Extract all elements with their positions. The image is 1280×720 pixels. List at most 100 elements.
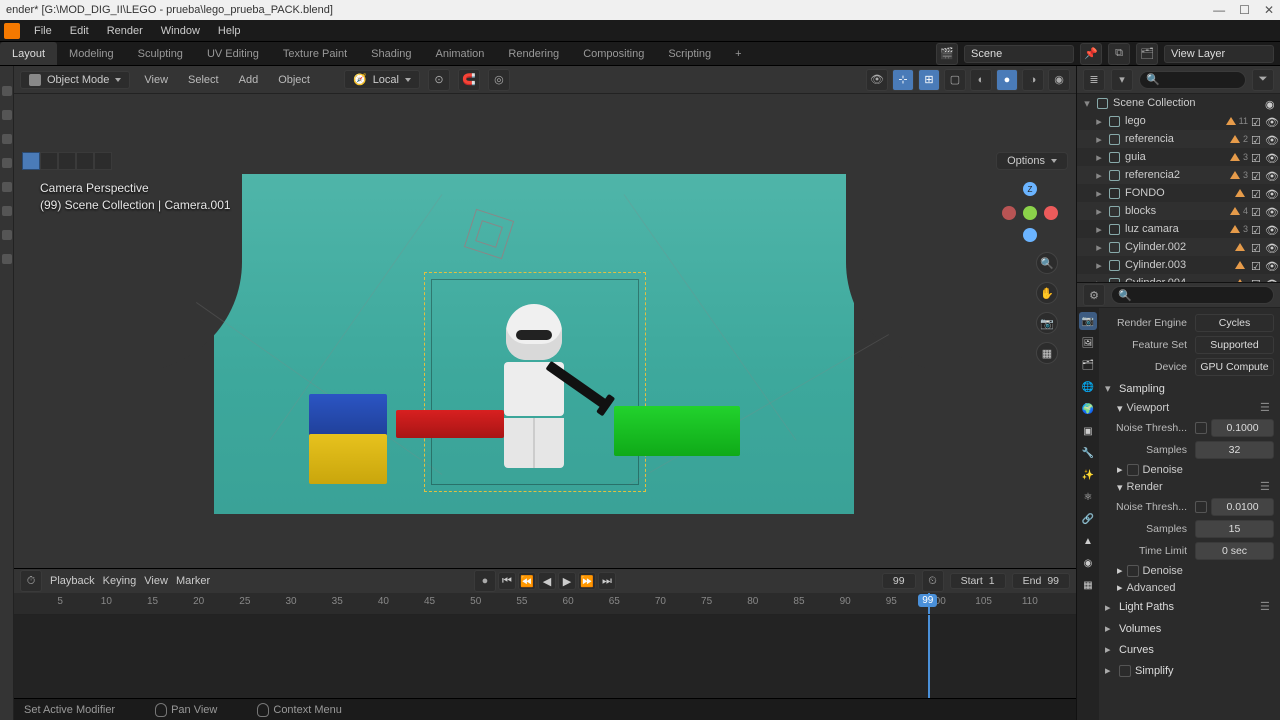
jump-prev-icon[interactable]: ⏪ (518, 572, 536, 590)
autokey-icon[interactable]: ● (474, 570, 496, 592)
props-tab-world[interactable]: 🌍 (1079, 400, 1097, 418)
tab-modeling[interactable]: Modeling (57, 42, 126, 65)
r-noise-checkbox[interactable] (1195, 501, 1207, 513)
subpanel-render[interactable]: ▾Render ☰ (1105, 478, 1274, 496)
subpanel-vp-denoise[interactable]: ▸ Denoise (1105, 461, 1274, 478)
r-denoise-checkbox[interactable] (1127, 565, 1139, 577)
props-tab-data[interactable]: ▲ (1079, 532, 1097, 550)
proportional-icon[interactable]: ◎ (488, 69, 510, 91)
play-icon[interactable]: ▶ (558, 572, 576, 590)
playhead-marker[interactable]: 99 (928, 593, 930, 614)
menu-window[interactable]: Window (153, 23, 208, 39)
panel-simplify[interactable]: ▸ Simplify (1105, 660, 1274, 681)
header-add[interactable]: Add (233, 72, 265, 88)
end-frame-field[interactable]: End99 (1012, 573, 1070, 589)
props-tab-constraints[interactable]: 🔗 (1079, 510, 1097, 528)
minimize-icon[interactable]: — (1213, 3, 1225, 17)
subpanel-viewport[interactable]: ▾Viewport ☰ (1105, 399, 1274, 417)
properties-search[interactable]: 🔍 (1111, 286, 1274, 304)
props-tab-scene[interactable]: 🌐 (1079, 378, 1097, 396)
menu-help[interactable]: Help (210, 23, 249, 39)
subpanel-r-denoise[interactable]: ▸ Denoise (1105, 562, 1274, 579)
tab-add[interactable]: + (723, 42, 753, 65)
menu-render[interactable]: Render (99, 23, 151, 39)
tool-cursor-icon[interactable] (2, 110, 12, 120)
viewlayer-field[interactable] (1164, 45, 1274, 63)
overlay-toggle-icon[interactable]: ⊞ (918, 69, 940, 91)
props-tab-particles[interactable]: ✨ (1079, 466, 1097, 484)
outliner-row[interactable]: ▸referencia23☑👁 (1077, 166, 1280, 184)
outliner-row[interactable]: ▸lego11☑👁 (1077, 112, 1280, 130)
sel-mode-3[interactable] (58, 152, 76, 170)
sel-mode-2[interactable] (40, 152, 58, 170)
outliner-row[interactable]: ▸Cylinder.003☑👁 (1077, 256, 1280, 274)
jump-end-icon[interactable]: ⏭ (598, 572, 616, 590)
gizmo-z-icon[interactable]: Z (1023, 182, 1037, 196)
gizmo-toggle-icon[interactable]: ⊹ (892, 69, 914, 91)
camera-view-icon[interactable]: 📷 (1036, 312, 1058, 334)
outliner-row[interactable]: ▸referencia2☑👁 (1077, 130, 1280, 148)
preset-icon[interactable]: ☰ (1260, 480, 1274, 494)
clock-icon[interactable]: ⏲ (922, 570, 944, 592)
props-tab-render[interactable]: 📷 (1079, 312, 1097, 330)
start-frame-field[interactable]: Start1 (950, 573, 1006, 589)
tab-rendering[interactable]: Rendering (496, 42, 571, 65)
header-select[interactable]: Select (182, 72, 225, 88)
pin-icon[interactable]: 📌 (1080, 43, 1102, 65)
close-icon[interactable]: ✕ (1264, 3, 1274, 17)
zoom-icon[interactable]: 🔍 (1036, 252, 1058, 274)
engine-dropdown[interactable]: Cycles (1195, 314, 1274, 332)
viewport-options-dropdown[interactable]: Options (996, 152, 1068, 170)
scene-browse-icon[interactable]: 🎬 (936, 43, 958, 65)
panel-curves[interactable]: ▸Curves (1105, 639, 1274, 660)
shade-solid-icon[interactable]: ● (996, 69, 1018, 91)
props-tab-material[interactable]: ◉ (1079, 554, 1097, 572)
props-tab-physics[interactable]: ⚛ (1079, 488, 1097, 506)
tool-scale-icon[interactable] (2, 182, 12, 192)
tool-transform-icon[interactable] (2, 206, 12, 216)
tab-uv[interactable]: UV Editing (195, 42, 271, 65)
preset-icon[interactable]: ☰ (1260, 600, 1274, 614)
navigation-gizmo[interactable]: Z (1002, 182, 1058, 238)
vp-noise-checkbox[interactable] (1195, 422, 1207, 434)
r-samples-value[interactable]: 15 (1195, 520, 1274, 538)
perspective-icon[interactable]: ▦ (1036, 342, 1058, 364)
sel-mode-1[interactable] (22, 152, 40, 170)
simplify-checkbox[interactable] (1119, 665, 1131, 677)
panel-volumes[interactable]: ▸Volumes (1105, 618, 1274, 639)
tab-animation[interactable]: Animation (424, 42, 497, 65)
outliner-row[interactable]: ▸Cylinder.002☑👁 (1077, 238, 1280, 256)
shade-wire-icon[interactable]: ◐ (970, 69, 992, 91)
new-scene-icon[interactable]: ⧉ (1108, 43, 1130, 65)
visibility-icon[interactable]: 👁 (866, 69, 888, 91)
outliner-row[interactable]: ▸Cylinder.004☑👁 (1077, 274, 1280, 282)
tool-select-icon[interactable] (2, 86, 12, 96)
outliner-row[interactable]: ▸guia3☑👁 (1077, 148, 1280, 166)
props-tab-output[interactable]: 🖼 (1079, 334, 1097, 352)
eye-icon[interactable]: ◉ (1265, 98, 1276, 109)
sel-mode-4[interactable] (76, 152, 94, 170)
outliner-search[interactable]: 🔍 (1139, 71, 1246, 89)
properties-editor-icon[interactable]: ⚙ (1083, 284, 1105, 306)
tool-rotate-icon[interactable] (2, 158, 12, 168)
tl-menu-playback[interactable]: Playback (50, 575, 95, 587)
sel-mode-5[interactable] (94, 152, 112, 170)
panel-sampling[interactable]: ▾Sampling (1105, 378, 1274, 399)
gizmo-neg-x-icon[interactable] (1002, 206, 1016, 220)
vp-samples-value[interactable]: 32 (1195, 441, 1274, 459)
tab-shading[interactable]: Shading (359, 42, 423, 65)
timeline-tracks[interactable] (14, 615, 1076, 698)
orientation-dropdown[interactable]: 🧭 Local (344, 70, 420, 89)
outliner-root[interactable]: ▾ Scene Collection ◉ (1077, 94, 1280, 112)
gizmo-x-icon[interactable] (1044, 206, 1058, 220)
outliner-display-icon[interactable]: ▾ (1111, 69, 1133, 91)
playhead[interactable] (928, 615, 930, 698)
outliner-row[interactable]: ▸luz camara3☑👁 (1077, 220, 1280, 238)
timelimit-value[interactable]: 0 sec (1195, 542, 1274, 560)
outliner-row[interactable]: ▸blocks4☑👁 (1077, 202, 1280, 220)
preset-icon[interactable]: ☰ (1260, 401, 1274, 415)
outliner-row[interactable]: ▸FONDO☑👁 (1077, 184, 1280, 202)
r-noise-value[interactable]: 0.0100 (1211, 498, 1274, 516)
outliner-filter-icon[interactable]: ⏷ (1252, 69, 1274, 91)
tab-compositing[interactable]: Compositing (571, 42, 656, 65)
